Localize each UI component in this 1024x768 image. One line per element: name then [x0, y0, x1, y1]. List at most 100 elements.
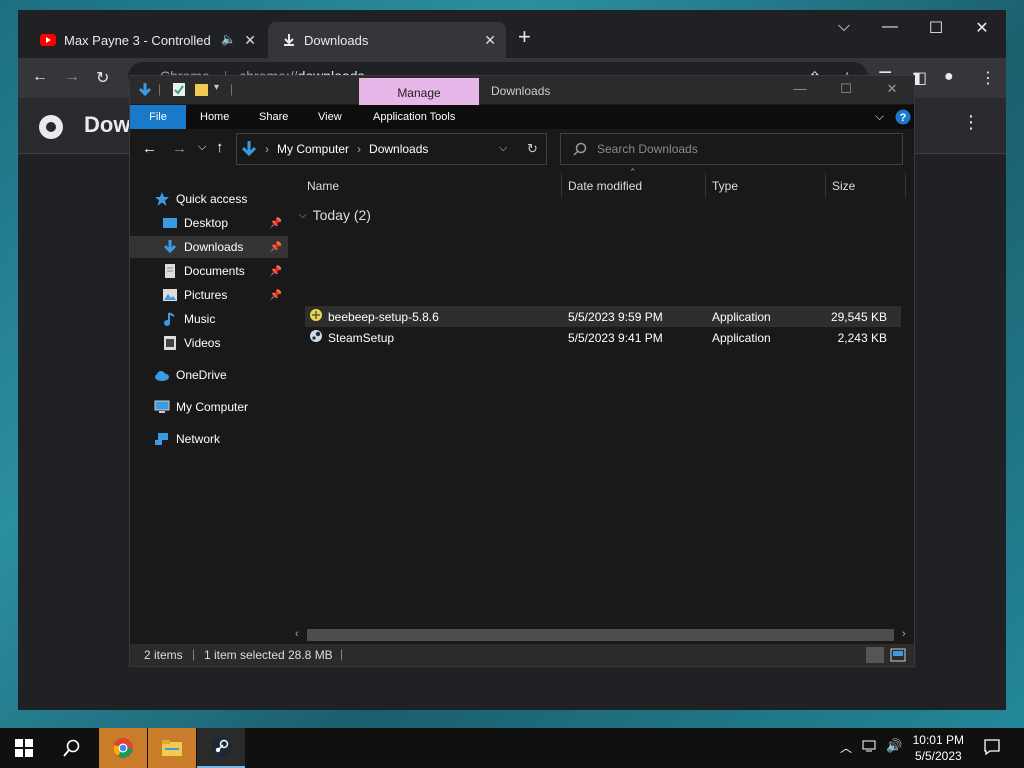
taskbar-steam[interactable]	[197, 728, 245, 768]
page-title: Dow	[84, 112, 131, 137]
show-hidden-icons-icon[interactable]: ︿	[840, 739, 852, 756]
svg-text:?: ?	[900, 112, 907, 124]
nav-label: Downloads	[184, 240, 244, 254]
customize-qat-icon[interactable]: ▾	[214, 82, 219, 93]
breadcrumb-downloads[interactable]: Downloads	[369, 142, 428, 156]
volume-icon[interactable]: 🔊	[886, 738, 902, 754]
maximize-button[interactable]: ☐	[826, 81, 866, 97]
more-options-icon[interactable]: ⋮	[962, 112, 980, 133]
file-date: 5/5/2023 9:59 PM	[568, 310, 663, 324]
chrome-logo-icon	[38, 114, 64, 140]
start-button[interactable]	[0, 728, 48, 768]
ribbon-tab-share[interactable]: Share	[259, 105, 288, 129]
address-bar[interactable]: › My Computer › Downloads ⌵ ↻	[236, 133, 547, 165]
up-button[interactable]: ↑	[216, 139, 224, 156]
nav-item-pictures[interactable]: Pictures 📌	[130, 284, 288, 306]
nav-item-my-computer[interactable]: My Computer	[130, 396, 288, 418]
computer-icon	[154, 400, 170, 413]
scrollbar-thumb[interactable]	[307, 629, 894, 641]
manage-tab[interactable]: Manage	[359, 78, 479, 106]
pin-icon: 📌	[269, 265, 282, 277]
status-item-count: 2 items	[144, 648, 183, 662]
network-status-icon[interactable]	[862, 739, 878, 753]
documents-folder-icon	[165, 264, 175, 278]
nav-item-desktop[interactable]: Desktop 📌	[130, 212, 288, 234]
search-button[interactable]	[48, 728, 96, 768]
recent-locations-icon[interactable]: ⌵	[198, 141, 206, 154]
status-bar: 2 items | 1 item selected 28.8 MB |	[130, 644, 914, 666]
tab-downloads[interactable]: Downloads ✕	[268, 22, 506, 58]
nav-item-downloads[interactable]: Downloads 📌	[130, 236, 288, 258]
file-row[interactable]: SteamSetup 5/5/2023 9:41 PM Application …	[305, 327, 901, 348]
taskbar-file-explorer[interactable]	[148, 728, 196, 768]
status-size: 28.8 MB	[288, 648, 333, 662]
tab-label: Max Payne 3 - Controlled Ch	[64, 32, 214, 48]
nav-item-onedrive[interactable]: OneDrive	[130, 364, 288, 386]
file-row[interactable]: beebeep-setup-5.8.6 5/5/2023 9:59 PM App…	[305, 306, 901, 327]
chrome-icon	[113, 738, 133, 758]
forward-button[interactable]: →	[64, 68, 80, 86]
downloads-location-icon	[241, 140, 257, 158]
back-button[interactable]: ←	[32, 68, 48, 86]
onedrive-icon	[155, 371, 169, 381]
group-header-today[interactable]: ⌵ Today (2)	[299, 207, 371, 223]
notifications-icon[interactable]	[983, 738, 1001, 756]
minimize-button[interactable]: —	[870, 18, 910, 36]
search-icon	[573, 142, 587, 156]
close-button[interactable]: ✕	[872, 81, 912, 97]
speaker-icon[interactable]: 🔈	[221, 32, 236, 46]
ribbon-tab-home[interactable]: Home	[200, 105, 229, 129]
search-field[interactable]: Search Downloads	[560, 133, 903, 165]
nav-item-videos[interactable]: Videos	[130, 332, 288, 354]
horizontal-scrollbar[interactable]: ‹ ›	[289, 627, 914, 644]
nav-item-network[interactable]: Network	[130, 428, 288, 450]
help-icon[interactable]: ?	[895, 109, 911, 125]
column-divider[interactable]	[561, 173, 562, 197]
minimize-button[interactable]: —	[780, 81, 820, 96]
close-tab-icon[interactable]: ✕	[244, 32, 256, 49]
nav-item-music[interactable]: Music	[130, 308, 288, 330]
collapse-group-icon[interactable]: ⌵	[299, 210, 307, 221]
tab-youtube[interactable]: Max Payne 3 - Controlled Ch 🔈 ✕	[26, 22, 266, 58]
file-type: Application	[712, 331, 771, 345]
nav-item-quick-access[interactable]: Quick access	[130, 188, 288, 210]
new-tab-button[interactable]: +	[518, 24, 531, 50]
breadcrumb-chevron-icon: ›	[265, 142, 269, 156]
ribbon-tab-file[interactable]: File	[130, 105, 186, 129]
downloads-folder-icon	[163, 240, 177, 254]
forward-button[interactable]: →	[172, 140, 187, 157]
taskbar-chrome[interactable]	[99, 728, 147, 768]
column-header-name[interactable]: Name	[307, 171, 339, 197]
reload-button[interactable]: ↻	[96, 68, 109, 88]
breadcrumb-my-computer[interactable]: My Computer	[277, 142, 349, 156]
ribbon-tab-application-tools[interactable]: Application Tools	[373, 105, 455, 129]
download-icon	[282, 33, 296, 47]
column-divider[interactable]	[825, 173, 826, 197]
new-folder-icon[interactable]	[194, 82, 210, 97]
properties-icon[interactable]	[172, 82, 186, 97]
close-tab-icon[interactable]: ✕	[484, 32, 496, 49]
column-divider[interactable]	[905, 173, 906, 197]
scroll-right-icon[interactable]: ›	[902, 628, 906, 640]
details-view-icon[interactable]	[866, 647, 884, 663]
back-button[interactable]: ←	[142, 140, 157, 157]
expand-ribbon-icon[interactable]: ⌵	[875, 109, 884, 124]
refresh-icon[interactable]: ↻	[527, 141, 538, 157]
column-header-type[interactable]: Type	[712, 171, 738, 197]
profile-icon[interactable]: ●	[944, 68, 954, 86]
maximize-button[interactable]: ☐	[916, 18, 956, 38]
system-clock[interactable]: 10:01 PM 5/5/2023	[913, 732, 964, 764]
ribbon-tab-view[interactable]: View	[318, 105, 342, 129]
clock-date: 5/5/2023	[914, 749, 962, 763]
scroll-left-icon[interactable]: ‹	[295, 628, 299, 640]
tab-search-icon[interactable]: ⌵	[824, 18, 864, 36]
chrome-menu-icon[interactable]: ⋮	[980, 68, 996, 88]
nav-item-documents[interactable]: Documents 📌	[130, 260, 288, 282]
status-divider: |	[192, 647, 196, 661]
large-icons-view-icon[interactable]	[890, 648, 906, 662]
column-header-size[interactable]: Size	[832, 171, 855, 197]
close-window-button[interactable]: ✕	[962, 18, 1002, 38]
file-size: 29,545 KB	[830, 310, 887, 324]
address-dropdown-icon[interactable]: ⌵	[499, 142, 507, 155]
column-divider[interactable]	[705, 173, 706, 197]
